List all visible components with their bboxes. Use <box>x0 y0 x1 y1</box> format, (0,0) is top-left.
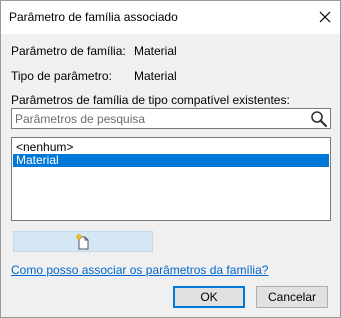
dialog: Parâmetro de família associado Parâmetro… <box>0 0 341 318</box>
magnifier-icon[interactable] <box>310 110 328 128</box>
parameter-type-label: Tipo de parâmetro: <box>11 69 112 83</box>
cancel-button[interactable]: Cancelar <box>256 286 328 308</box>
parameter-list[interactable]: <nenhum> Material <box>11 137 331 221</box>
ok-button[interactable]: OK <box>173 286 245 308</box>
search-box <box>11 108 331 129</box>
new-parameter-button[interactable] <box>13 231 153 252</box>
family-parameter-label: Parâmetro de família: <box>11 44 126 58</box>
family-parameter-value: Material <box>134 44 177 58</box>
list-item-selected[interactable]: Material <box>13 154 329 167</box>
close-icon <box>319 11 331 23</box>
search-input[interactable] <box>12 109 305 128</box>
list-item[interactable]: <nenhum> <box>13 141 329 154</box>
close-button[interactable] <box>311 6 339 28</box>
dialog-title: Parâmetro de família associado <box>9 10 178 24</box>
parameter-type-value: Material <box>134 69 177 83</box>
existing-parameters-label: Parâmetros de família de tipo compatível… <box>11 93 290 107</box>
new-parameter-icon <box>76 234 89 250</box>
help-link[interactable]: Como posso associar os parâmetros da fam… <box>11 263 268 277</box>
title-bar: Parâmetro de família associado <box>1 1 340 34</box>
dialog-content: Parâmetro de família: Material Tipo de p… <box>1 34 340 317</box>
